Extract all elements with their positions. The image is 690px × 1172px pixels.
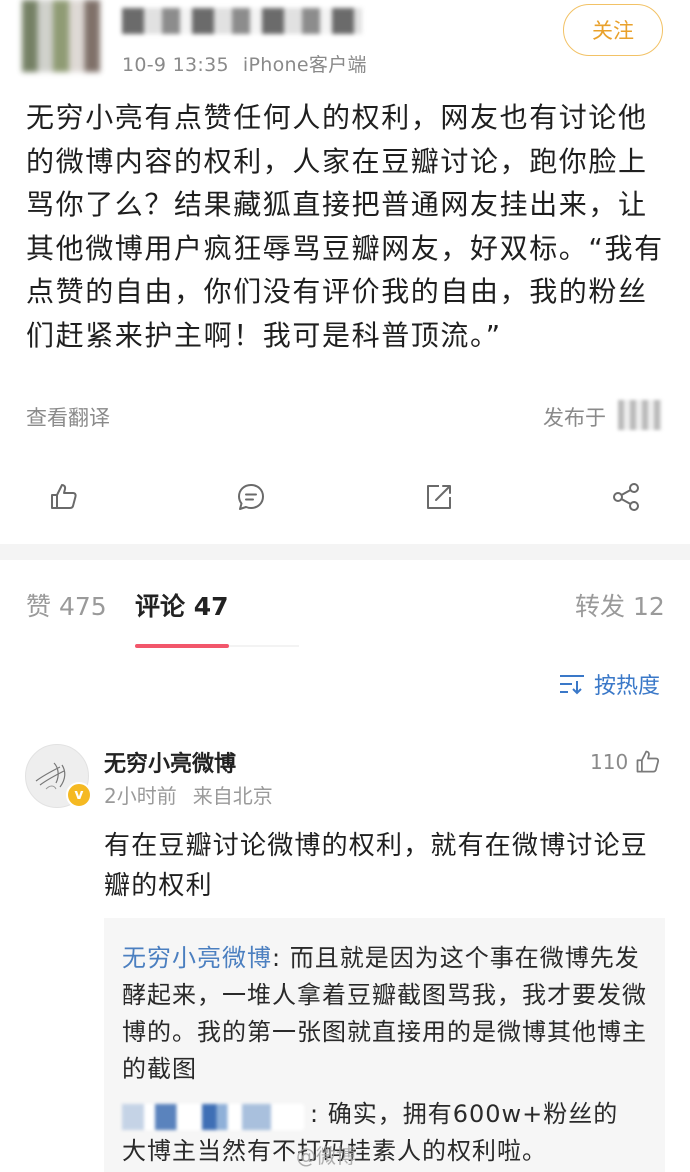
comment-time: 2小时前: [104, 784, 177, 808]
commenter-name[interactable]: 无穷小亮微博: [104, 746, 236, 778]
sort-by-hot-button[interactable]: 按热度: [558, 668, 660, 700]
reply-1-author[interactable]: 无穷小亮微博: [122, 944, 272, 972]
comment-button[interactable]: [231, 477, 271, 517]
like-button[interactable]: [44, 477, 84, 517]
thumbs-up-icon: [636, 750, 660, 773]
share-icon: [613, 483, 639, 511]
weibo-watermark: @微博: [296, 1144, 356, 1168]
reply-2-text: : 确实，拥有600w+粉丝的: [310, 1100, 619, 1128]
repost-button[interactable]: [419, 477, 459, 517]
post-meta: 10-9 13:35 iPhone客户端: [122, 50, 367, 77]
comment-location: 来自北京: [192, 784, 273, 808]
post-text: 无穷小亮有点赞任何人的权利，网友也有讨论他的微博内容的权利，人家在豆瓣讨论，跑你…: [26, 101, 664, 352]
tab-divider: [229, 645, 299, 647]
tab-reposts[interactable]: 转发 12: [575, 587, 665, 623]
follow-button[interactable]: 关注: [563, 4, 663, 56]
author-name-redacted[interactable]: [122, 8, 362, 34]
reply-1: 无穷小亮微博: 而且就是因为这个事在微博先发酵起来，一堆人拿着豆瓣截图骂我，我才…: [122, 940, 647, 1088]
comment-like-count: 110: [590, 750, 629, 774]
section-divider: [0, 544, 690, 560]
sort-label: 按热度: [594, 674, 661, 699]
share-button[interactable]: [606, 477, 646, 517]
comment-meta: 2小时前 来自北京: [104, 780, 273, 809]
translate-link[interactable]: 查看翻译: [26, 402, 110, 432]
thumbs-up-icon: [51, 484, 77, 509]
active-tab-indicator: [135, 644, 229, 648]
reply-2-author-redacted[interactable]: [122, 1104, 304, 1130]
repost-icon: [427, 485, 451, 509]
author-avatar[interactable]: [22, 0, 100, 72]
sort-icon: [560, 675, 584, 695]
published-location-redacted: [618, 400, 662, 430]
post-time: 10-9 13:35: [122, 54, 229, 76]
verified-badge-icon: v: [66, 782, 92, 808]
post-source: iPhone客户端: [242, 54, 367, 76]
comment-icon: [238, 484, 264, 510]
comment-text: 有在豆瓣讨论微博的权利，就有在微博讨论豆瓣的权利: [104, 831, 649, 901]
tab-likes[interactable]: 赞 475: [26, 587, 107, 623]
tab-comments[interactable]: 评论 47: [135, 587, 229, 623]
comment-like-button[interactable]: 110: [590, 748, 662, 776]
published-label: 发布于: [543, 406, 606, 430]
